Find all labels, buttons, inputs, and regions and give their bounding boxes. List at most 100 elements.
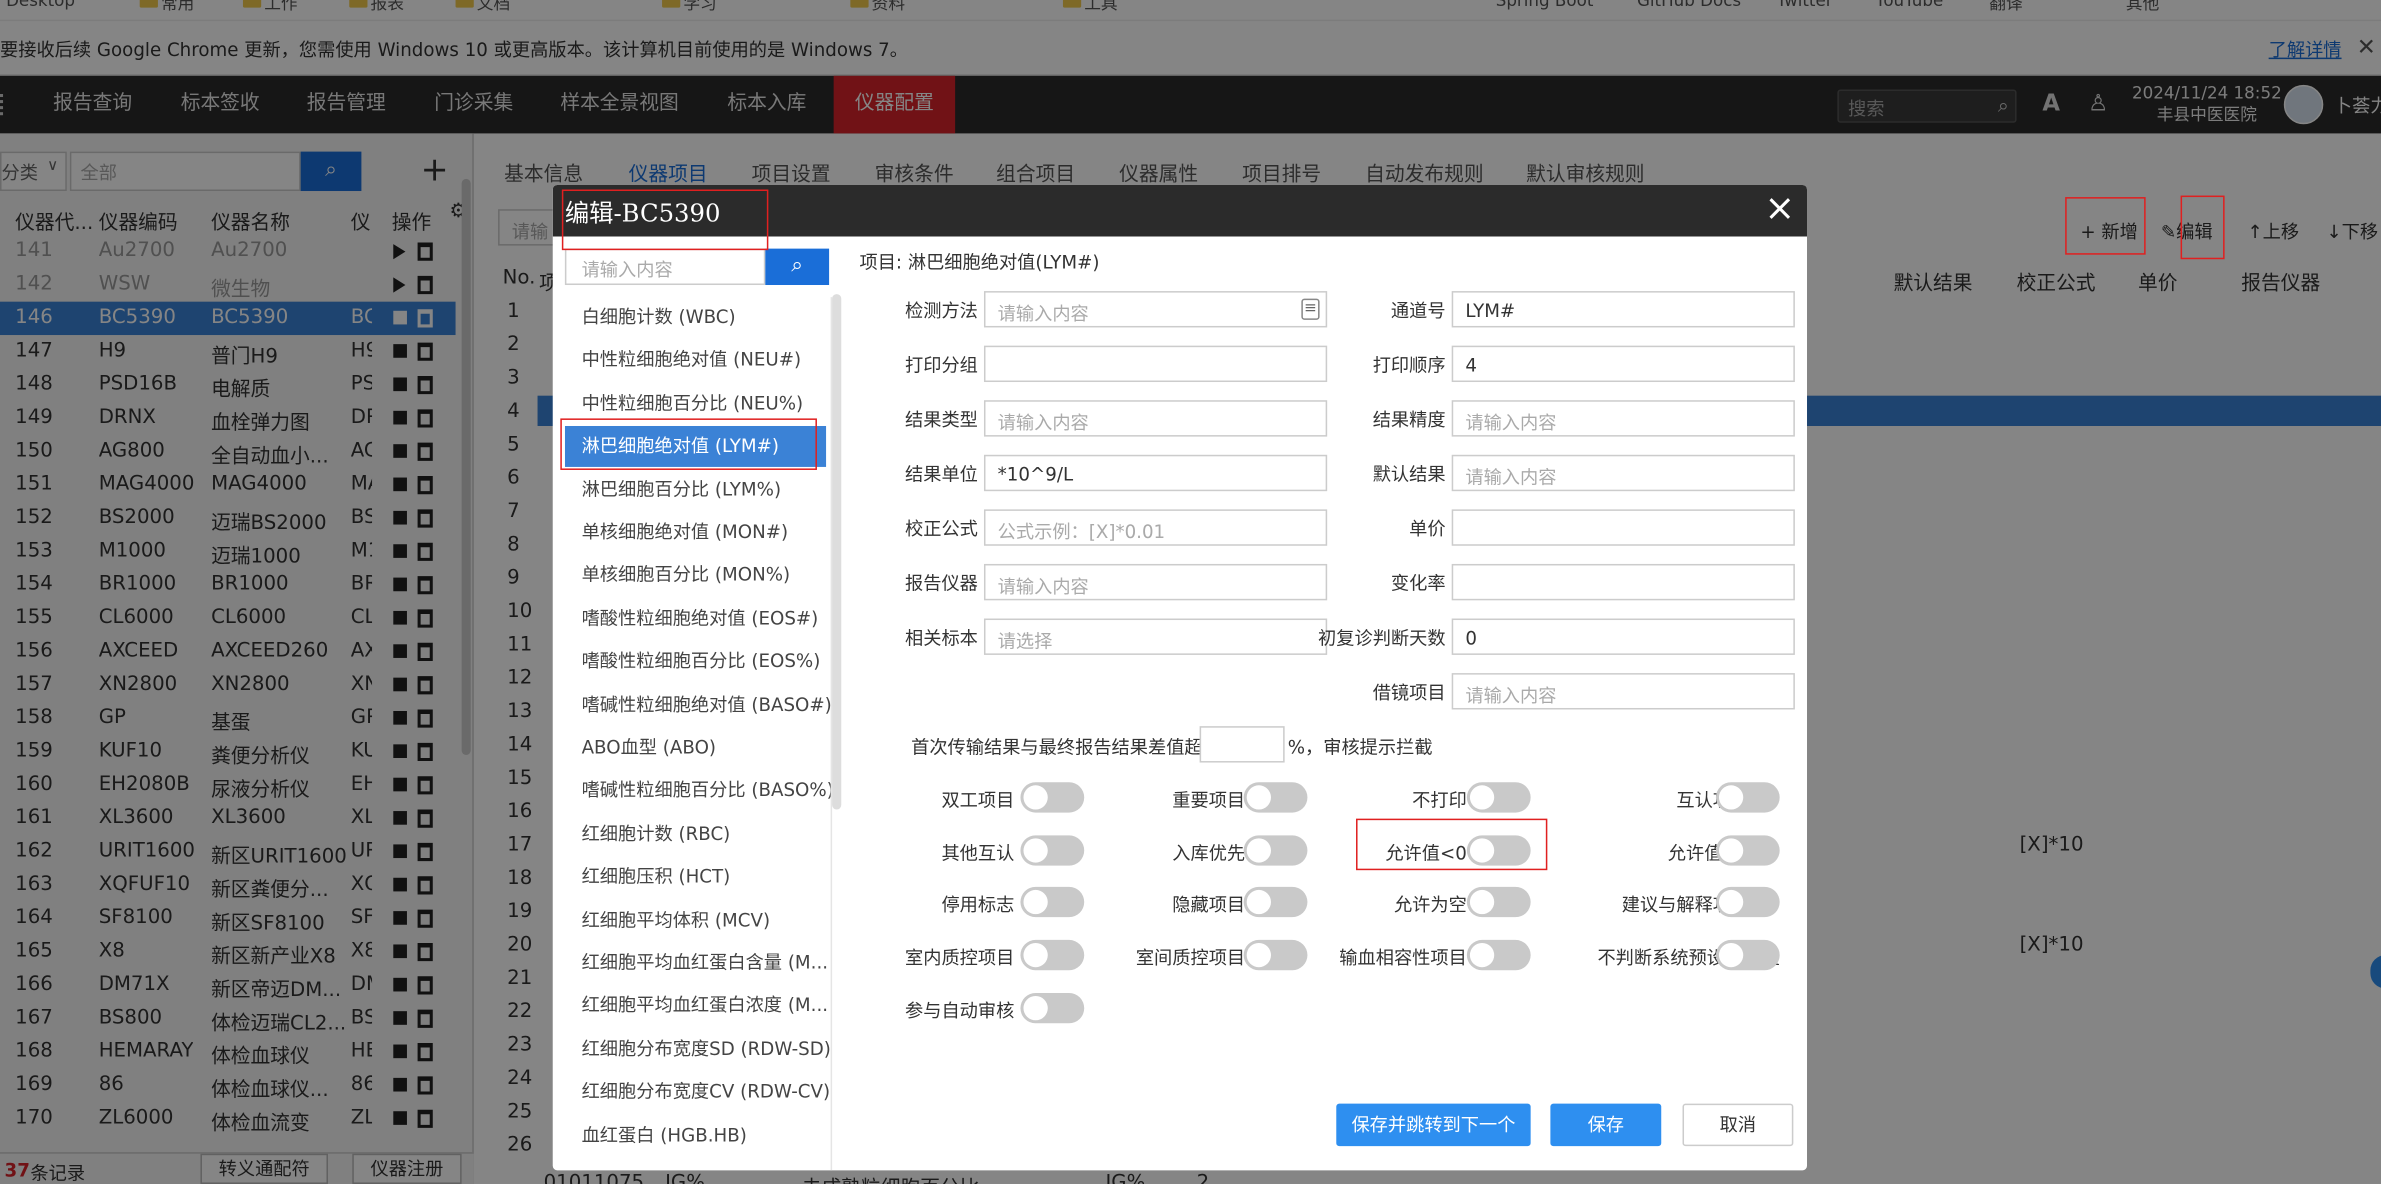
close-icon[interactable]: × [1764, 186, 1795, 228]
annotation-box-title [561, 189, 769, 251]
formula-input[interactable]: 公式示例：[X]*0.01 [983, 509, 1328, 546]
toggle-switch[interactable] [1020, 886, 1085, 918]
toggle-label: 允许为空 [1393, 894, 1467, 916]
annotation-box-add [2065, 197, 2146, 255]
precision-input[interactable]: 请输入内容 [1451, 400, 1795, 437]
list-item[interactable]: 单核细胞绝对值 (MON#) [565, 512, 831, 553]
list-item[interactable]: 嗜酸性粒细胞百分比 (EOS%) [565, 642, 831, 683]
toggle-label: 不打印 [1412, 789, 1467, 812]
list-item[interactable]: 红细胞平均体积 (MCV) [565, 900, 831, 941]
list-item[interactable]: 白细胞计数 (WBC) [565, 297, 831, 338]
toggle-switch[interactable] [1466, 782, 1531, 813]
default-result-input[interactable]: 请输入内容 [1451, 454, 1795, 492]
field-label: 单价 [1409, 518, 1446, 540]
list-item[interactable]: 嗜碱性粒细胞百分比 (BASO%) [565, 771, 831, 812]
result-type-input[interactable]: 请输入内容 [983, 400, 1328, 437]
related-sample-select[interactable]: 请选择 [983, 618, 1328, 655]
placeholder: 请输入内容 [1465, 412, 1557, 434]
placeholder: 请输入内容 [997, 576, 1089, 598]
list-item[interactable]: 单核细胞百分比 (MON%) [565, 555, 831, 596]
toggle-switch[interactable] [1243, 782, 1308, 813]
change-rate-input[interactable] [1451, 563, 1795, 601]
save-button[interactable]: 保存 [1550, 1103, 1662, 1147]
list-item[interactable]: 嗜碱性粒细胞绝对值 (BASO#) [565, 685, 831, 726]
toggle-label: 室间质控项目 [1135, 947, 1246, 969]
list-item[interactable]: ABO血型 (ABO) [565, 728, 831, 769]
list-item[interactable]: 红细胞平均血红蛋白含量 (M... [565, 943, 831, 984]
annotation-box-allow-negative [1356, 818, 1548, 871]
field-label: 变化率 [1390, 573, 1446, 595]
toggle-label: 其他互认 [941, 842, 1015, 865]
field-label: 借镜项目 [1372, 682, 1446, 704]
placeholder: 请选择 [997, 630, 1053, 652]
toggle-switch[interactable] [1466, 939, 1531, 971]
toggle-switch[interactable] [1243, 939, 1308, 971]
field-label: 初复诊判断天数 [1318, 627, 1446, 649]
app-root: Desktop 常用 工作 报表 文档 学习 资料 工具 Spring Boot… [0, 0, 2381, 1184]
value: *10^9/L [997, 463, 1074, 486]
list-item[interactable]: 红细胞计数 (RBC) [565, 814, 831, 855]
diff-threshold-input[interactable] [1199, 726, 1285, 763]
toggle-label: 重要项目 [1172, 789, 1246, 812]
method-input[interactable]: 请输入内容 ≡ [983, 291, 1328, 328]
field-label: 校正公式 [905, 518, 978, 540]
value: LYM# [1465, 300, 1516, 322]
field-label: 报告仪器 [905, 573, 978, 595]
toggle-label: 入库优先 [1172, 842, 1246, 865]
toggle-label: 参与自动审核 [905, 1000, 1015, 1022]
placeholder: 请输入内容 [1465, 685, 1557, 707]
value: 4 [1465, 354, 1477, 376]
recheck-days-input[interactable]: 0 [1451, 618, 1795, 655]
field-label: 结果精度 [1372, 409, 1446, 431]
list-item[interactable]: 红细胞压积 (HCT) [565, 857, 831, 898]
toggle-switch[interactable] [1243, 835, 1308, 866]
toggle-switch[interactable] [1466, 886, 1531, 918]
search-placeholder: 请输入内容 [581, 259, 673, 281]
field-label: 结果单位 [905, 463, 978, 486]
toggle-switch[interactable] [1020, 835, 1085, 866]
cancel-button[interactable]: 取消 [1682, 1103, 1794, 1147]
toggle-label: 双工项目 [941, 789, 1015, 812]
item-list-scrollbar[interactable] [832, 294, 842, 810]
edit-instrument-item-dialog: 编辑-BC5390 × 请输入内容 ⌕ 白细胞计数 (WBC) 中性粒细胞绝对值 … [552, 184, 1808, 1171]
annotation-box-edit [2180, 195, 2225, 260]
placeholder: 公式示例：[X]*0.01 [997, 521, 1166, 543]
item-search-button[interactable]: ⌕ [765, 248, 830, 286]
list-item[interactable]: 嗜酸性粒细胞绝对值 (EOS#) [565, 599, 831, 640]
toggle-label: 停用标志 [941, 894, 1015, 916]
list-item[interactable]: 红细胞分布宽度SD (RDW-SD) [565, 1029, 831, 1070]
toggle-label: 室内质控项目 [905, 947, 1015, 969]
price-input[interactable] [1451, 509, 1795, 546]
toggle-label: 输血相容性项目 [1339, 947, 1467, 969]
toggle-switch[interactable] [1715, 886, 1780, 918]
print-group-input[interactable] [983, 345, 1328, 383]
toggle-switch[interactable] [1020, 939, 1085, 971]
save-and-next-button[interactable]: 保存并跳转到下一个 [1336, 1103, 1531, 1147]
list-item[interactable]: 红细胞分布宽度CV (RDW-CV) [565, 1072, 831, 1113]
field-label: 结果类型 [905, 409, 978, 431]
print-order-input[interactable]: 4 [1451, 345, 1795, 383]
toggle-switch[interactable] [1020, 992, 1085, 1024]
toggle-switch[interactable] [1715, 782, 1780, 813]
item-search-input[interactable]: 请输入内容 [564, 248, 766, 286]
field-label: 检测方法 [905, 300, 978, 322]
search-icon: ⌕ [791, 253, 804, 278]
channel-input[interactable]: LYM# [1451, 291, 1795, 328]
current-project-label: 项目: 淋巴细胞绝对值(LYM#) [859, 251, 1100, 273]
toggle-label: 隐藏项目 [1172, 894, 1246, 916]
diff-threshold-prefix: 首次传输结果与最终报告结果差值超过 [911, 736, 1221, 758]
list-item[interactable]: 淋巴细胞百分比 (LYM%) [565, 469, 831, 510]
toggle-switch[interactable] [1715, 835, 1780, 866]
report-instrument-input[interactable]: 请输入内容 [983, 563, 1328, 601]
unit-input[interactable]: *10^9/L [983, 454, 1328, 492]
toggle-switch[interactable] [1715, 939, 1780, 971]
toggle-switch[interactable] [1020, 782, 1085, 813]
toggle-switch[interactable] [1243, 886, 1308, 918]
list-item[interactable]: 血红蛋白 (HGB.HB) [565, 1115, 831, 1156]
list-item[interactable]: 红细胞平均血红蛋白浓度 (M... [565, 986, 831, 1027]
field-label: 默认结果 [1372, 463, 1446, 486]
list-item[interactable]: 中性粒细胞绝对值 (NEU#) [565, 340, 831, 381]
mirror-item-input[interactable]: 请输入内容 [1451, 673, 1795, 710]
placeholder: 请输入内容 [997, 412, 1089, 434]
value: 0 [1465, 627, 1477, 649]
